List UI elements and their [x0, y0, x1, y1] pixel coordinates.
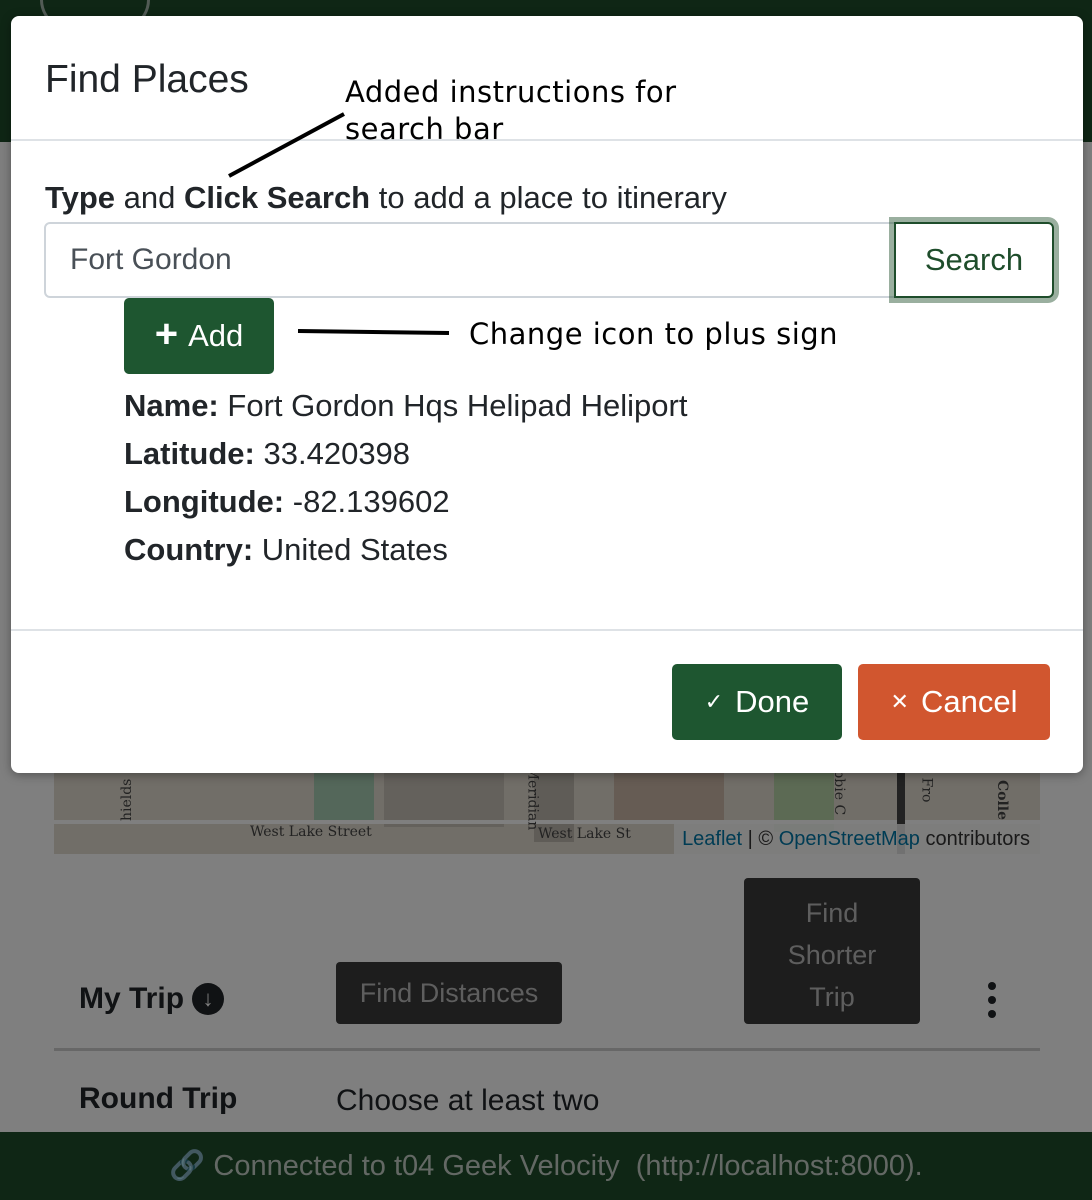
- instruction-click-search: Click Search: [184, 180, 371, 215]
- annotation-line: Added instructions for: [345, 75, 677, 109]
- longitude-label: Longitude:: [124, 484, 285, 519]
- name-label: Name:: [124, 388, 219, 423]
- search-input[interactable]: [44, 222, 898, 298]
- search-group: Search: [44, 222, 1054, 298]
- latitude-label: Latitude:: [124, 436, 255, 471]
- annotation-line: search bar: [345, 112, 504, 146]
- instruction-type: Type: [45, 180, 116, 215]
- cancel-label: Cancel: [920, 684, 1018, 719]
- search-button[interactable]: Search: [894, 222, 1054, 298]
- country-label: Country:: [124, 532, 254, 567]
- instruction-and: and: [115, 180, 185, 215]
- place-latitude: Latitude: 33.420398: [124, 430, 687, 478]
- cancel-button[interactable]: ✕ Cancel: [858, 664, 1050, 740]
- country-value: United States: [261, 532, 448, 567]
- done-label: Done: [735, 684, 810, 719]
- annotation-search-bar: Added instructions for search bar: [345, 74, 677, 148]
- add-place-button[interactable]: + Add: [124, 298, 274, 374]
- plus-icon: +: [154, 312, 179, 356]
- check-icon: ✓: [704, 689, 724, 714]
- place-details: Name: Fort Gordon Hqs Helipad Heliport L…: [124, 382, 687, 574]
- done-button[interactable]: ✓ Done: [672, 664, 842, 740]
- instruction-rest: to add a place to itinerary: [370, 180, 727, 215]
- place-country: Country: United States: [124, 526, 687, 574]
- longitude-value: -82.139602: [292, 484, 450, 519]
- add-button-label: Add: [188, 318, 244, 353]
- modal-title: Find Places: [45, 58, 249, 101]
- place-name: Name: Fort Gordon Hqs Helipad Heliport: [124, 382, 687, 430]
- latitude-value: 33.420398: [263, 436, 411, 471]
- close-icon: ✕: [890, 689, 909, 714]
- search-instruction: Type and Click Search to add a place to …: [45, 180, 727, 216]
- place-longitude: Longitude: -82.139602: [124, 478, 687, 526]
- name-value: Fort Gordon Hqs Helipad Heliport: [227, 388, 688, 423]
- modal-footer-divider: [11, 629, 1083, 631]
- annotation-icon-note: Change icon to plus sign: [469, 317, 839, 351]
